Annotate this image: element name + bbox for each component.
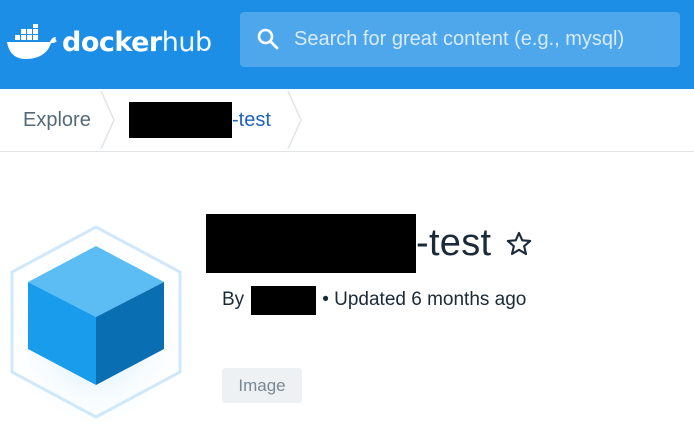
star-outline-icon[interactable] — [505, 230, 533, 258]
by-label: By — [222, 289, 245, 310]
repository-byline: By • Updated 6 months ago — [222, 285, 526, 315]
repository-cube-icon — [8, 225, 184, 419]
breadcrumb-repo-suffix: -test — [232, 108, 271, 131]
logo-docker-text: docker — [62, 26, 162, 58]
updated-text: • Updated 6 months ago — [322, 289, 527, 310]
breadcrumb: Explore -test — [0, 89, 694, 152]
logo-wordmark: dockerhub — [62, 29, 212, 56]
docker-whale-icon — [7, 24, 57, 59]
logo-hub-text: hub — [161, 26, 212, 58]
repository-name: -test — [416, 221, 492, 264]
breadcrumb-current-repo[interactable]: -test — [129, 89, 271, 151]
search-input[interactable] — [294, 12, 674, 67]
search-icon — [257, 28, 279, 50]
chevron-right-icon — [287, 90, 302, 150]
redacted-namespace — [129, 102, 232, 138]
chevron-right-icon — [100, 90, 115, 150]
docker-hub-logo[interactable]: dockerhub — [6, 14, 212, 70]
redacted-namespace — [206, 213, 416, 273]
breadcrumb-explore-link[interactable]: Explore — [23, 89, 91, 151]
search-bar[interactable] — [240, 12, 680, 67]
top-navigation-bar: dockerhub — [0, 0, 694, 89]
image-type-badge: Image — [222, 368, 302, 403]
repository-title: -test — [206, 213, 533, 273]
redacted-author[interactable] — [251, 285, 317, 315]
